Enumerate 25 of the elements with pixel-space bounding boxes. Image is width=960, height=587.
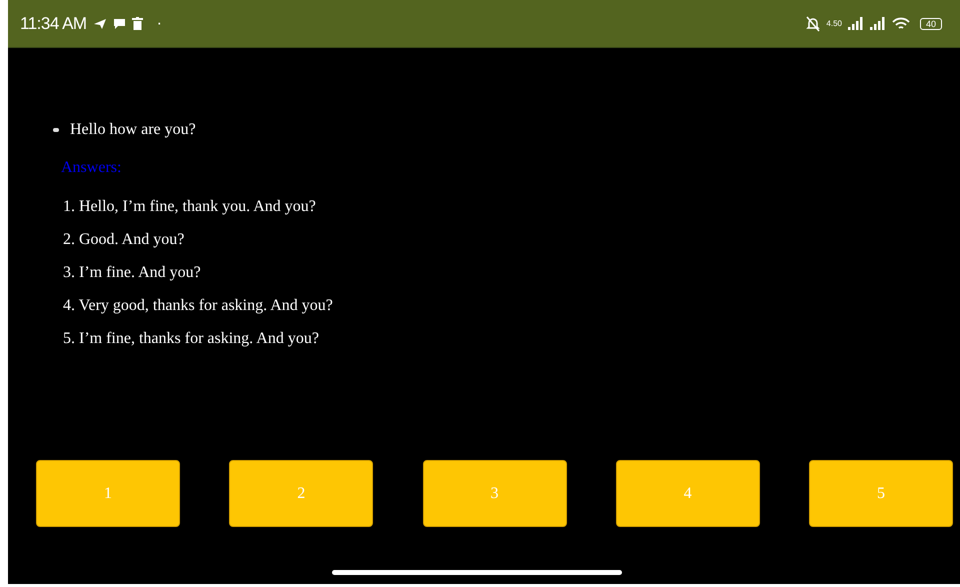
mute-icon — [806, 16, 820, 32]
question-text: Hello how are you? — [70, 121, 196, 139]
answer-button[interactable]: 4 — [616, 460, 760, 527]
bullet-icon — [53, 128, 59, 132]
answer-text: 4. Very good, thanks for asking. And you? — [63, 296, 334, 315]
home-indicator[interactable] — [332, 570, 622, 575]
notification-dot: · — [156, 14, 162, 32]
clock: 11:34 AM — [20, 14, 87, 34]
answer-text: 2. Good. And you? — [63, 230, 186, 249]
answer-button[interactable]: 1 — [36, 460, 180, 527]
answers-label: Answers: — [61, 159, 122, 177]
answer-button[interactable]: 5 — [809, 460, 953, 527]
answer-text: 5. I’m fine, thanks for asking. And you? — [63, 329, 320, 348]
answer-button[interactable]: 2 — [229, 460, 374, 527]
message-icon — [112, 18, 126, 30]
signal-icon — [870, 17, 886, 30]
wifi-icon — [892, 16, 910, 30]
trash-icon — [132, 17, 143, 30]
send-icon — [92, 18, 107, 30]
answer-text: 3. I’m fine. And you? — [63, 263, 202, 282]
battery-indicator: 40 — [920, 18, 942, 30]
answer-text: 1. Hello, I’m fine, thank you. And you? — [63, 197, 317, 216]
network-speed: 4.50 — [826, 19, 842, 28]
signal-icon — [848, 17, 864, 30]
answer-button[interactable]: 3 — [422, 460, 566, 527]
